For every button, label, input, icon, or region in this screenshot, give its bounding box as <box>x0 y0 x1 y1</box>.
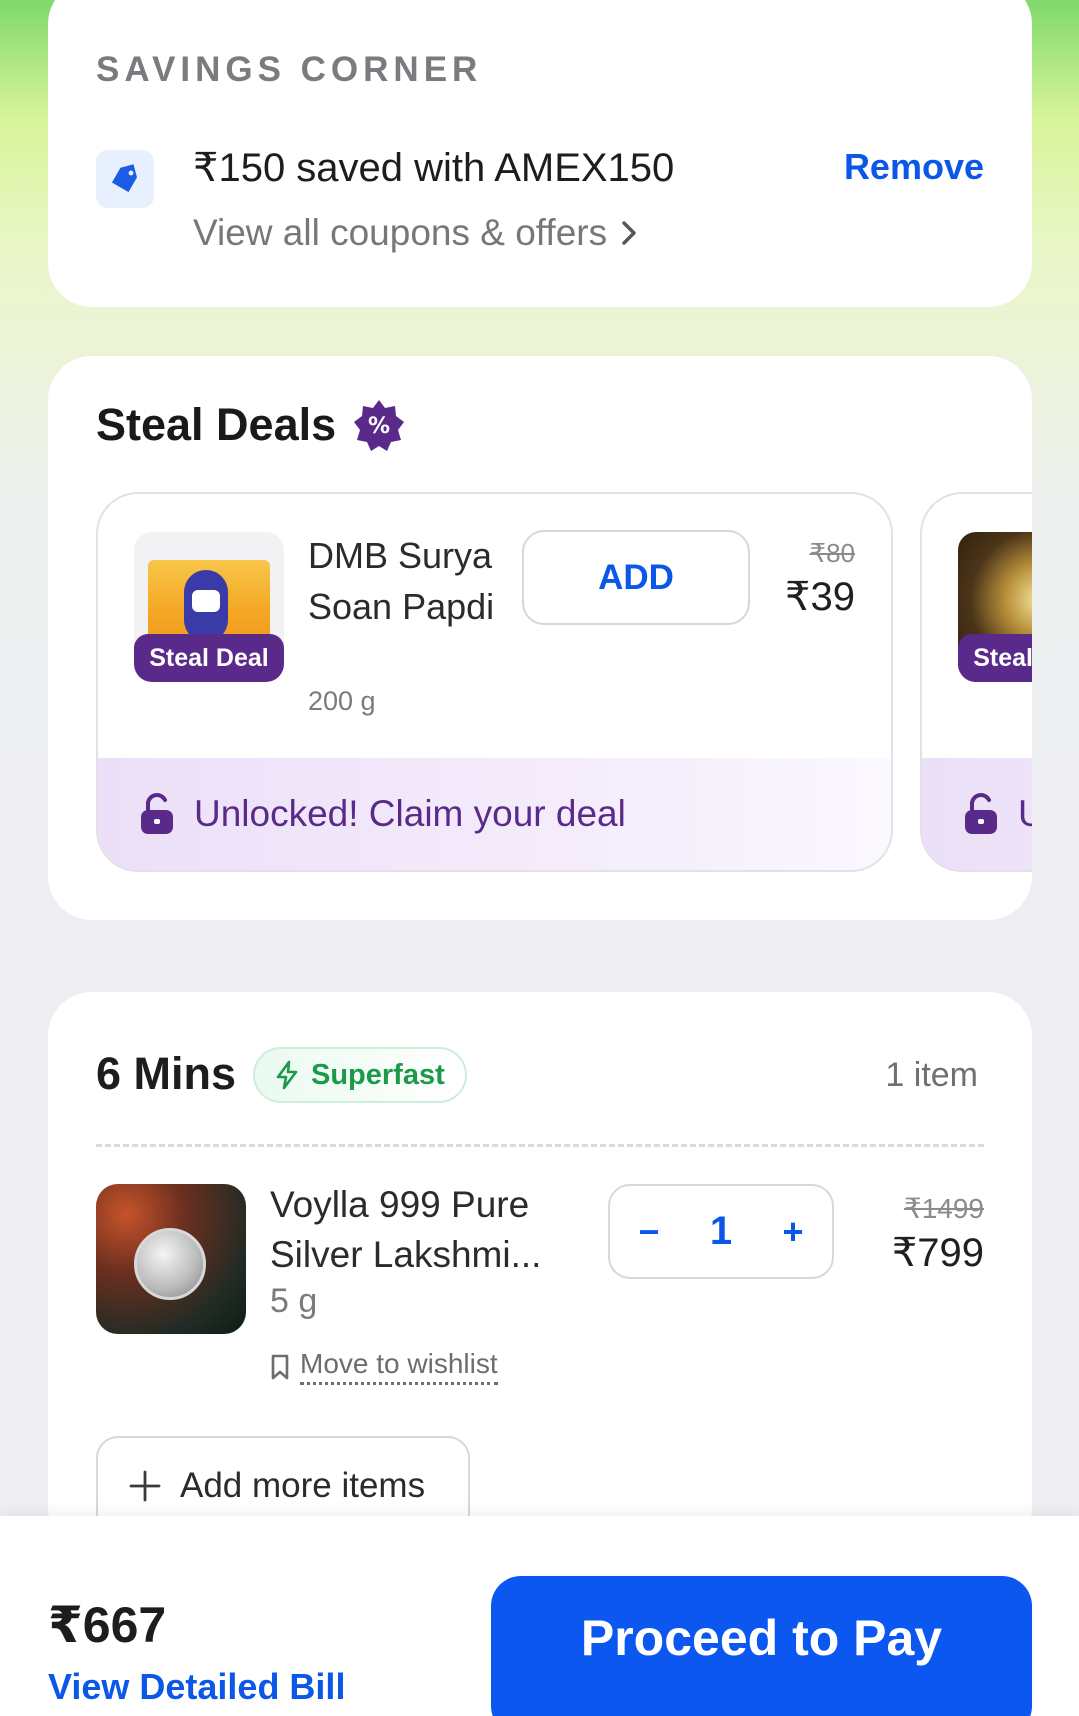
coupon-tag-icon <box>96 150 154 208</box>
move-to-wishlist-button[interactable]: Move to wishlist <box>270 1348 498 1385</box>
delivery-eta: 6 Mins <box>96 1048 237 1099</box>
proceed-to-pay-button[interactable]: Proceed to Pay <box>491 1576 1032 1716</box>
add-more-label: Add more items <box>180 1466 426 1505</box>
steal-deal-card: Steal Deal U <box>920 492 1032 872</box>
steal-deals-title-text: Steal Deals <box>96 399 337 450</box>
steal-deals-card: Steal Deals % Steal Deal DMB Surya Soan … <box>48 356 1032 920</box>
wishlist-label: Move to wishlist <box>300 1348 498 1385</box>
product-mrp: ₹1499 <box>903 1193 984 1224</box>
steal-deals-title: Steal Deals % <box>96 398 406 452</box>
svg-text:%: % <box>368 414 390 439</box>
deal-product-name: DMB Surya Soan Papdi <box>308 535 495 627</box>
steal-deal-tag: Steal Deal <box>134 634 284 682</box>
superfast-badge: Superfast <box>253 1047 467 1103</box>
deal-unlock-bar[interactable]: Unlocked! Claim your deal <box>98 758 891 870</box>
decrement-button[interactable]: − <box>636 1211 662 1253</box>
add-deal-button[interactable]: ADD <box>522 530 750 625</box>
superfast-label: Superfast <box>311 1058 445 1091</box>
percent-badge-icon: % <box>354 400 405 451</box>
divider <box>96 1144 984 1147</box>
savings-heading: SAVINGS CORNER <box>96 50 483 89</box>
view-coupons-label: View all coupons & offers <box>193 212 608 253</box>
deal-price: ₹39 <box>785 575 855 619</box>
unlock-icon <box>965 793 997 834</box>
bookmark-icon <box>271 1354 289 1379</box>
quantity-stepper: − 1 + <box>608 1184 834 1279</box>
view-detailed-bill-link[interactable]: View Detailed Bill <box>48 1666 345 1708</box>
product-price: ₹799 <box>891 1231 984 1275</box>
remove-coupon-button[interactable]: Remove <box>844 146 984 188</box>
deal-product-weight: 200 g <box>308 686 376 716</box>
plus-icon <box>129 1470 161 1502</box>
deal-mrp: ₹80 <box>809 538 855 568</box>
checkout-bar: ₹667 View Detailed Bill Proceed to Pay <box>0 1516 1079 1716</box>
steal-deal-tag: Steal Deal <box>958 634 1032 682</box>
unlock-text: Unlocked! Claim your deal <box>194 793 626 834</box>
product-image <box>96 1184 246 1334</box>
unlock-icon <box>141 793 173 834</box>
coupon-applied-text: ₹150 saved with AMEX150 <box>193 146 675 190</box>
cart-card: 6 Mins Superfast 1 item Voylla 999 Pure … <box>48 992 1032 1552</box>
steal-deal-card: Steal Deal DMB Surya Soan Papdi 200 g AD… <box>96 492 893 872</box>
increment-button[interactable]: + <box>780 1211 806 1253</box>
item-count: 1 item <box>885 1056 978 1094</box>
chevron-right-icon <box>622 221 636 245</box>
savings-corner-card: SAVINGS CORNER ₹150 saved with AMEX150 V… <box>48 0 1032 307</box>
quantity-value: 1 <box>709 1209 733 1253</box>
product-thumbnail: Steal Deal <box>134 532 284 682</box>
product-thumbnail: Steal Deal <box>958 532 1032 682</box>
order-total: ₹667 <box>48 1597 167 1653</box>
unlock-text: U <box>1018 793 1032 835</box>
lightning-icon <box>276 1060 298 1090</box>
deal-unlock-bar[interactable]: U <box>922 758 1032 870</box>
cart-product-weight: 5 g <box>270 1282 318 1320</box>
view-coupons-link[interactable]: View all coupons & offers <box>193 212 639 254</box>
cart-product-name[interactable]: Voylla 999 Pure Silver Lakshmi... <box>270 1180 560 1280</box>
